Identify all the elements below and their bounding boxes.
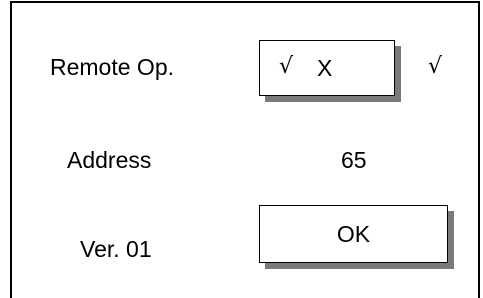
x-mark-icon: X bbox=[317, 55, 333, 81]
remote-op-label: Remote Op. bbox=[50, 54, 174, 80]
remote-op-current-value: √ bbox=[428, 54, 443, 79]
ok-button[interactable]: OK bbox=[259, 205, 448, 263]
check-mark-icon: √ bbox=[279, 54, 294, 79]
remote-op-toggle-button[interactable]: √ X bbox=[259, 40, 395, 96]
ok-button-label: OK bbox=[336, 221, 371, 247]
settings-panel: Remote Op. √ X √ Address 65 Ver. 01 OK bbox=[10, 1, 480, 298]
address-label: Address bbox=[67, 147, 152, 173]
version-label: Ver. 01 bbox=[80, 236, 152, 262]
address-value: 65 bbox=[341, 147, 367, 173]
